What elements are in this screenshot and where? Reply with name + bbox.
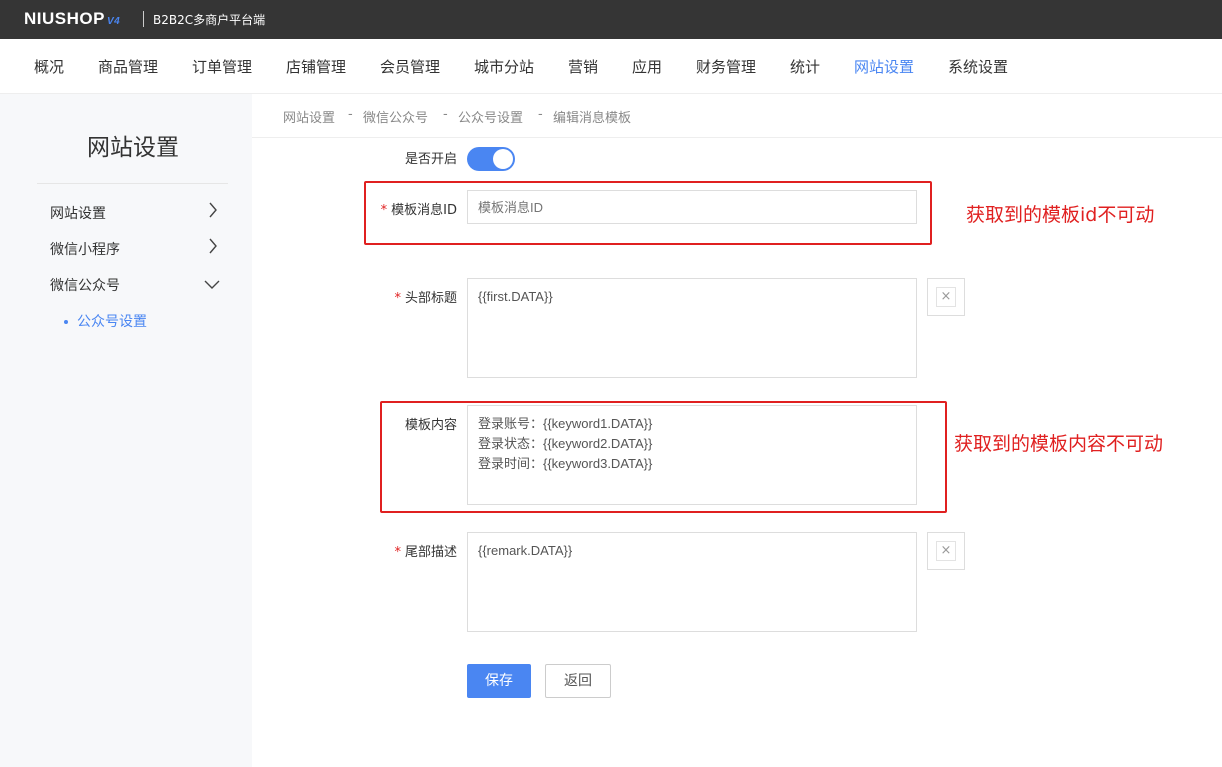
breadcrumb-item[interactable]: 网站设置 (283, 107, 335, 126)
footer-label: * 尾部描述 (337, 541, 457, 560)
sidebar-item-site-settings[interactable]: 网站设置 (50, 202, 230, 223)
top-bar: NIUSHOP V4 B2B2C多商户平台端 (0, 0, 1222, 39)
toggle-knob (493, 149, 513, 169)
logo-version: V4 (106, 16, 121, 27)
nav-item-city-stations[interactable]: 城市分站 (474, 56, 534, 77)
footer-label-text: 尾部描述 (404, 545, 457, 560)
header-title-value: {{first.DATA}} (478, 289, 553, 304)
header-title-label: * 头部标题 (337, 287, 457, 306)
sidebar-divider (37, 183, 228, 184)
enable-toggle[interactable] (467, 147, 515, 171)
sidebar-title: 网站设置 (87, 135, 179, 161)
sidebar-item-label: 微信小程序 (50, 242, 120, 258)
sidebar-item-label: 微信公众号 (50, 278, 120, 294)
footer-textarea[interactable]: {{remark.DATA}} (467, 532, 917, 632)
sidebar-item-mini-program[interactable]: 微信小程序 (50, 238, 230, 259)
nav-item-overview[interactable]: 概况 (34, 56, 64, 77)
close-icon: × (936, 541, 956, 561)
nav-item-orders[interactable]: 订单管理 (192, 56, 252, 77)
nav-item-apps[interactable]: 应用 (632, 56, 662, 77)
annotation-box-template-id (364, 181, 932, 245)
bullet-icon (64, 320, 68, 324)
logo[interactable]: NIUSHOP V4 (24, 9, 120, 29)
header-title-label-text: 头部标题 (404, 291, 457, 306)
breadcrumb-item[interactable]: 公众号设置 (458, 107, 523, 126)
nav-item-products[interactable]: 商品管理 (98, 56, 158, 77)
close-icon: × (936, 287, 956, 307)
breadcrumb-separator: - (348, 107, 353, 122)
nav-item-stats[interactable]: 统计 (790, 56, 820, 77)
required-mark: * (394, 291, 401, 306)
annotation-box-template-content (380, 401, 947, 513)
sidebar-item-label: 网站设置 (50, 206, 106, 222)
clear-footer-button[interactable]: × (927, 532, 965, 570)
clear-header-title-button[interactable]: × (927, 278, 965, 316)
enable-label: 是否开启 (404, 152, 457, 167)
required-mark: * (394, 545, 401, 560)
chevron-right-icon (209, 202, 217, 218)
logo-divider (143, 11, 144, 27)
annotation-template-id: 获取到的模板id不可动 (966, 204, 1155, 226)
breadcrumb: 网站设置 - 微信公众号 - 公众号设置 - 编辑消息模板 (252, 94, 1222, 138)
nav-item-members[interactable]: 会员管理 (380, 56, 440, 77)
back-button[interactable]: 返回 (545, 664, 611, 698)
sidebar-subitem-account-settings[interactable]: 公众号设置 (64, 311, 147, 331)
main-nav: 概况 商品管理 订单管理 店铺管理 会员管理 城市分站 营销 应用 财务管理 统… (0, 39, 1222, 94)
breadcrumb-item[interactable]: 微信公众号 (363, 107, 428, 126)
nav-item-system-settings[interactable]: 系统设置 (948, 56, 1008, 77)
nav-item-site-settings[interactable]: 网站设置 (854, 56, 914, 77)
footer-value: {{remark.DATA}} (478, 543, 573, 558)
breadcrumb-separator: - (538, 107, 543, 122)
breadcrumb-separator: - (443, 107, 448, 122)
nav-item-stores[interactable]: 店铺管理 (286, 56, 346, 77)
logo-text: NIUSHOP (24, 9, 105, 28)
sidebar: 网站设置 网站设置 微信小程序 微信公众号 公众号设置 (0, 94, 252, 767)
annotation-template-content: 获取到的模板内容不可动 (954, 433, 1164, 455)
breadcrumb-current: 编辑消息模板 (553, 111, 632, 126)
nav-item-finance[interactable]: 财务管理 (696, 56, 756, 77)
chevron-right-icon (209, 238, 217, 254)
nav-item-marketing[interactable]: 营销 (568, 56, 598, 77)
header-title-textarea[interactable]: {{first.DATA}} (467, 278, 917, 378)
chevron-down-icon (204, 280, 220, 289)
platform-subtitle: B2B2C多商户平台端 (153, 13, 266, 27)
save-button[interactable]: 保存 (467, 664, 531, 698)
sidebar-subitem-label: 公众号设置 (77, 314, 147, 330)
sidebar-item-official-account[interactable]: 微信公众号 (50, 275, 230, 295)
